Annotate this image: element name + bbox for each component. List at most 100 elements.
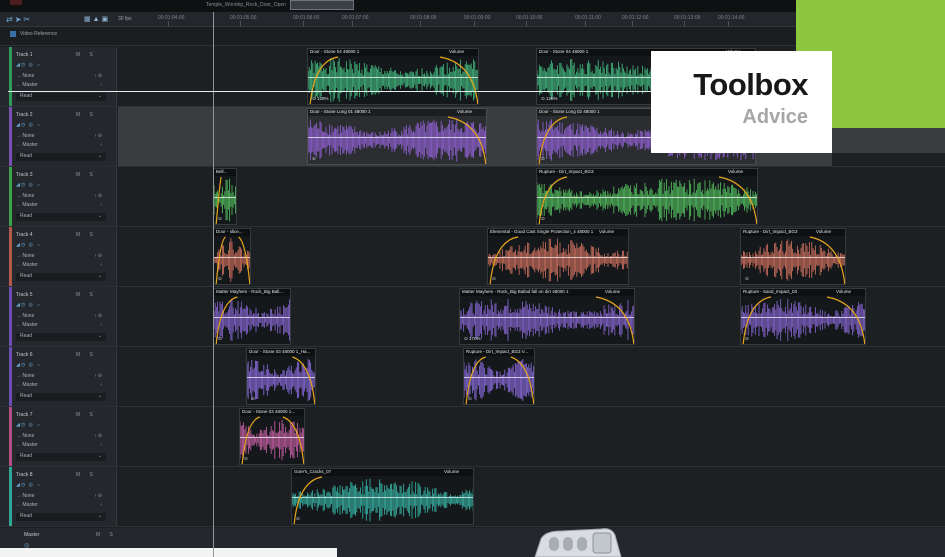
clip-fx-icon[interactable]: ⊙ <box>464 336 468 341</box>
stereo-link-icon[interactable]: ⇔ <box>36 242 42 248</box>
audio-clip[interactable]: Gore's_Cracks_07 Volume ⊙ <box>291 468 474 525</box>
mute-solo-buttons[interactable]: M S <box>76 352 97 358</box>
track-name[interactable]: Track 5 <box>16 292 32 298</box>
fade-curve[interactable] <box>741 229 846 285</box>
pan-knob-icon[interactable]: ◎ <box>29 182 34 188</box>
audio-clip[interactable]: Elemental - Good Cast Single Protection_… <box>487 228 629 285</box>
fade-curve[interactable] <box>537 169 758 225</box>
mute-solo-buttons[interactable]: M S <box>76 232 97 238</box>
track-volume-controls[interactable]: ◢◷ ◎ ⇔ <box>16 122 106 130</box>
track-lane[interactable]: Matter Mayhem - Rock_Big Ball... ⊙ Matter… <box>118 287 945 346</box>
fade-curve[interactable] <box>488 229 629 285</box>
track-lane[interactable]: Door - slice... ⊙ Elemental - Good Cast S… <box>118 227 945 286</box>
track-volume-controls[interactable]: ◢◷ ◎ ⇔ <box>16 242 106 250</box>
view-tools[interactable]: ▦▲▣ <box>84 15 110 23</box>
track-volume-controls[interactable]: ◢◷ ◎ ⇔ <box>16 422 106 430</box>
audio-clip[interactable]: Door - Stone Long 01 48000 1 Volume ⊙ <box>307 108 487 165</box>
track-name[interactable]: Track 6 <box>16 352 32 358</box>
stereo-link-icon[interactable]: ⇔ <box>36 422 42 428</box>
audio-clip[interactable]: Matter Mayhem - Rock_Big Ballad fall on … <box>459 288 635 345</box>
audio-clip[interactable]: Rupture - Dirt_Impact_BG3 V... ⊙ <box>463 348 535 405</box>
audio-clip[interactable]: Door - slice... ⊙ <box>213 228 251 285</box>
pan-knob-icon[interactable]: ◎ <box>29 362 34 368</box>
clip-fx-icon[interactable]: ⊙ <box>745 336 749 341</box>
automation-mode-select[interactable]: Read ⌄ <box>16 93 106 101</box>
mute-solo-buttons[interactable]: M S <box>76 172 97 178</box>
mute-solo-buttons[interactable]: M S <box>76 412 97 418</box>
input-select[interactable]: → None › ⊘ <box>16 133 106 141</box>
input-select[interactable]: → None › ⊘ <box>16 433 106 441</box>
input-select[interactable]: → None › ⊘ <box>16 313 106 321</box>
track-name[interactable]: Track 8 <box>16 472 32 478</box>
stereo-link-icon[interactable]: ⇔ <box>36 362 42 368</box>
volume-icon[interactable]: ◢◷ <box>16 302 26 308</box>
output-select[interactable]: ← Master › <box>16 382 106 390</box>
fade-curve[interactable] <box>308 49 479 105</box>
clip-fx-icon[interactable]: ⊙ <box>492 276 496 281</box>
input-select[interactable]: → None › ⊘ <box>16 373 106 381</box>
volume-icon[interactable]: ◢◷ <box>16 362 26 368</box>
track-volume-controls[interactable]: ◢◷ ◎ ⇔ <box>16 62 106 70</box>
clip-fx-icon[interactable]: ⊙ <box>541 96 545 101</box>
clip-fx-icon[interactable]: ⊙ <box>541 216 545 221</box>
audio-clip[interactable]: Door - Stone 04 48000 1Volume⊙ 128% <box>307 48 479 105</box>
output-select[interactable]: ← Master › <box>16 442 106 450</box>
automation-mode-select[interactable]: Read ⌄ <box>16 273 106 281</box>
pan-knob-icon[interactable]: ◎ <box>29 482 34 488</box>
edit-tools[interactable]: ⇄➤✂ <box>6 15 32 24</box>
volume-icon[interactable]: ◢◷ <box>16 122 26 128</box>
fade-curve[interactable] <box>292 469 474 525</box>
fade-curve[interactable] <box>247 349 316 405</box>
snap-icon[interactable]: ⇄ <box>6 15 15 24</box>
automation-mode-select[interactable]: Read ⌄ <box>16 453 106 461</box>
clip-fx-icon[interactable]: ⊙ <box>218 336 222 341</box>
track-volume-controls[interactable]: ◢◷ ◎ ⇔ <box>16 182 106 190</box>
automation-mode-select[interactable]: Read ⌄ <box>16 153 106 161</box>
zoom-icon[interactable]: ▣ <box>102 16 111 23</box>
clip-fx-icon[interactable]: ⊙ <box>218 216 222 221</box>
volume-icon[interactable]: ◢◷ <box>16 422 26 428</box>
audio-clip[interactable]: Rupture - Dirt_Impact_BG3 Volume ⊙ <box>536 168 758 225</box>
clip-fx-icon[interactable]: ⊙ <box>296 516 300 521</box>
pan-knob-icon[interactable]: ◎ <box>29 242 34 248</box>
input-select[interactable]: → None › ⊘ <box>16 253 106 261</box>
clip-fx-icon[interactable]: ⊙ <box>745 276 749 281</box>
input-select[interactable]: → None › ⊘ <box>16 493 106 501</box>
audio-clip[interactable]: Bell... ⊙ <box>213 168 237 225</box>
clip-fx-icon[interactable]: ⊙ <box>218 276 222 281</box>
cut-icon[interactable]: ✂ <box>23 15 32 24</box>
mute-solo-buttons[interactable]: M S <box>76 52 97 58</box>
volume-icon[interactable]: ◢◷ <box>16 182 26 188</box>
track-lane[interactable]: Door - Stone 03 48000 1_Ha... ⊙ Rupture -… <box>118 347 945 406</box>
clip-fx-icon[interactable]: ⊙ <box>312 156 316 161</box>
record-indicator[interactable] <box>10 0 22 5</box>
clip-fx-icon[interactable]: ⊙ <box>468 396 472 401</box>
track-volume-controls[interactable]: ◢◷ ◎ ⇔ <box>16 482 106 490</box>
clip-fx-icon[interactable]: ⊙ <box>251 396 255 401</box>
input-select[interactable]: → None › ⊘ <box>16 73 106 81</box>
automation-mode-select[interactable]: Read ⌄ <box>16 333 106 341</box>
output-select[interactable]: ← Master › <box>16 202 106 210</box>
pan-knob-icon[interactable]: ◎ <box>29 302 34 308</box>
output-select[interactable]: ← Master › <box>16 262 106 270</box>
mute-solo-buttons[interactable]: M S <box>76 292 97 298</box>
audio-clip[interactable]: Matter Mayhem - Rock_Big Ball... ⊙ <box>213 288 291 345</box>
audio-clip[interactable]: Rupture - Dirt_Impact_BG3 Volume ⊙ <box>740 228 846 285</box>
track-name[interactable]: Track 4 <box>16 232 32 238</box>
volume-icon[interactable]: ◢◷ <box>16 482 26 488</box>
pan-knob-icon[interactable]: ◎ <box>29 122 34 128</box>
fade-curve[interactable] <box>308 109 487 165</box>
clip-fx-icon[interactable]: ⊙ <box>541 156 545 161</box>
pan-knob-icon[interactable]: ◎ <box>29 422 34 428</box>
fade-curve[interactable] <box>214 289 291 345</box>
track-name[interactable]: Track 3 <box>16 172 32 178</box>
fade-curve[interactable] <box>741 289 866 345</box>
automation-mode-select[interactable]: Read ⌄ <box>16 213 106 221</box>
video-thumbnail[interactable] <box>290 0 354 10</box>
input-select[interactable]: → None › ⊘ <box>16 193 106 201</box>
track-lane[interactable]: Bell... ⊙ Rupture - Dirt_Impact_BG3 Volume… <box>118 167 945 226</box>
stereo-link-icon[interactable]: ⇔ <box>36 482 42 488</box>
stereo-link-icon[interactable]: ⇔ <box>36 182 42 188</box>
track-name[interactable]: Track 1 <box>16 52 32 58</box>
master-mute-solo[interactable]: M S <box>96 532 117 538</box>
